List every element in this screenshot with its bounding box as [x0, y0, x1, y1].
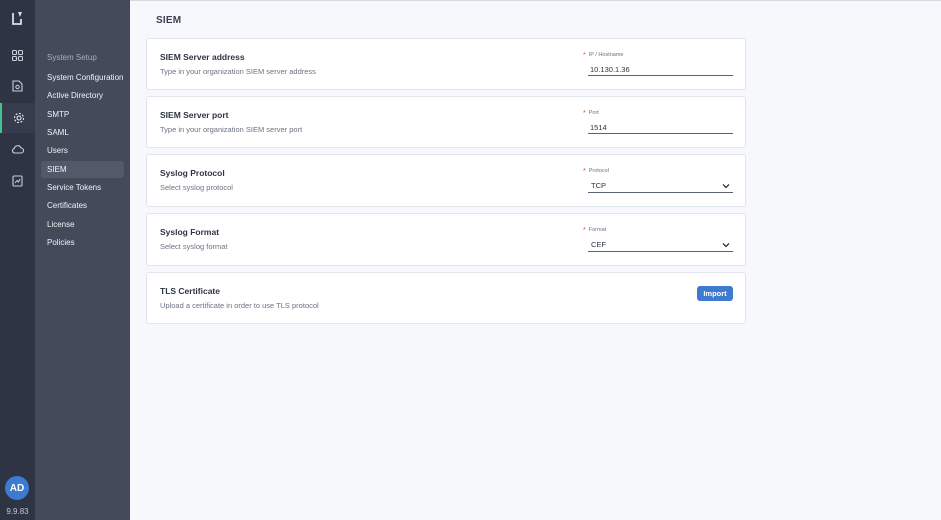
chevron-down-icon: [722, 183, 730, 188]
sidebar-item-service-tokens[interactable]: Service Tokens: [41, 179, 124, 196]
settings-sidebar: System Setup System Configuration Active…: [35, 0, 130, 520]
required-marker: *: [583, 168, 586, 175]
siem-server-address-card: SIEM Server address Type in your organiz…: [146, 38, 746, 90]
card-title: Syslog Format: [160, 227, 220, 237]
format-select-value: CEF: [591, 240, 606, 249]
card-description: Type in your organization SIEM server po…: [160, 125, 303, 134]
version-label: 9.9.83: [6, 507, 29, 516]
ip-hostname-input[interactable]: [588, 64, 733, 76]
field-label: * IP / Hostname: [583, 52, 624, 59]
cloud-icon[interactable]: [0, 134, 35, 164]
sidebar-item-smtp[interactable]: SMTP: [41, 106, 124, 123]
card-title: TLS Certificate: [160, 286, 220, 296]
sidebar-item-users[interactable]: Users: [41, 142, 124, 159]
page-title: SIEM: [156, 15, 182, 26]
sidebar-item-system-configuration[interactable]: System Configuration: [41, 69, 124, 86]
card-description: Upload a certificate in order to use TLS…: [160, 301, 319, 310]
protocol-select-value: TCP: [591, 181, 606, 190]
import-button[interactable]: Import: [697, 286, 733, 301]
gear-icon[interactable]: [0, 103, 35, 133]
format-select[interactable]: CEF: [588, 238, 733, 252]
syslog-protocol-card: Syslog Protocol Select syslog protocol *…: [146, 154, 746, 207]
sidebar-item-saml[interactable]: SAML: [41, 124, 124, 141]
port-input[interactable]: [588, 122, 733, 134]
required-marker: *: [583, 110, 586, 117]
field-label: * Port: [583, 110, 599, 117]
top-divider: [130, 0, 941, 1]
avatar[interactable]: AD: [5, 476, 29, 500]
sidebar-item-policies[interactable]: Policies: [41, 234, 124, 251]
sidebar-section-title: System Setup: [47, 53, 97, 62]
card-description: Select syslog format: [160, 242, 228, 251]
report-icon[interactable]: [0, 166, 35, 196]
syslog-format-card: Syslog Format Select syslog format * Form…: [146, 213, 746, 266]
sidebar-item-active-directory[interactable]: Active Directory: [41, 87, 124, 104]
dashboard-grid-icon[interactable]: [0, 40, 35, 70]
field-label: * Format: [583, 227, 607, 234]
card-title: SIEM Server port: [160, 110, 229, 120]
protocol-select[interactable]: TCP: [588, 179, 733, 193]
card-title: SIEM Server address: [160, 52, 245, 62]
required-marker: *: [583, 227, 586, 234]
siem-server-port-card: SIEM Server port Type in your organizati…: [146, 96, 746, 148]
tls-certificate-card: TLS Certificate Upload a certificate in …: [146, 272, 746, 324]
icon-rail: AD 9.9.83: [0, 0, 35, 520]
card-description: Type in your organization SIEM server ad…: [160, 67, 316, 76]
brand-logo-icon[interactable]: [9, 10, 27, 28]
document-shield-icon[interactable]: [0, 71, 35, 101]
sidebar-item-license[interactable]: License: [41, 216, 124, 233]
required-marker: *: [583, 52, 586, 59]
sidebar-item-siem[interactable]: SIEM: [41, 161, 124, 178]
field-label: * Protocol: [583, 168, 609, 175]
card-description: Select syslog protocol: [160, 183, 233, 192]
chevron-down-icon: [722, 242, 730, 247]
card-title: Syslog Protocol: [160, 168, 225, 178]
sidebar-item-certificates[interactable]: Certificates: [41, 197, 124, 214]
